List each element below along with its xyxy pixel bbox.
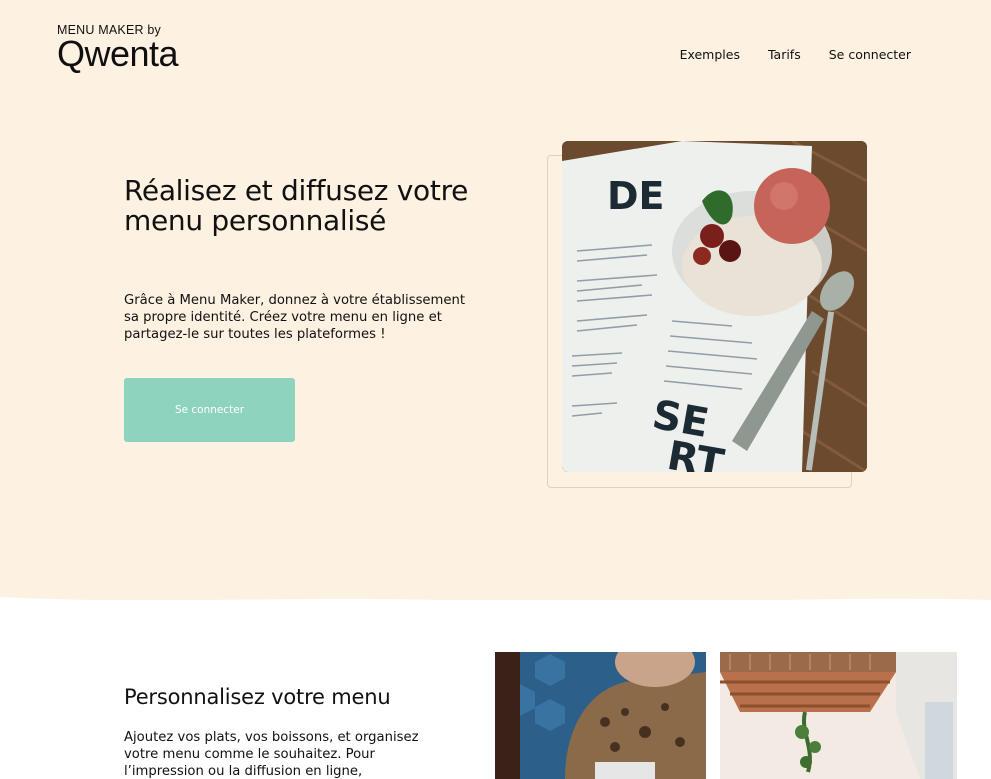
nav-link-se-connecter[interactable]: Se connecter — [829, 47, 911, 62]
hero-login-button[interactable]: Se connecter — [124, 378, 295, 442]
brand-name: Qwenta — [57, 33, 179, 74]
svg-text:DE: DE — [607, 174, 665, 218]
brand-logo[interactable]: MENU MAKER by Qwenta — [57, 22, 179, 74]
section-description: Ajoutez vos plats, vos boissons, et orga… — [124, 730, 419, 779]
hero-description: Grâce à Menu Maker, donnez à votre établ… — [124, 293, 466, 342]
restaurant-interior-photo — [720, 652, 957, 779]
nav-link-tarifs[interactable]: Tarifs — [768, 47, 801, 62]
hero-dessert-menu-image: DE SE RT — [562, 141, 867, 472]
main-nav: Exemples Tarifs Se connecter — [680, 47, 911, 62]
hero-title: Réalisez et diffusez votre menu personna… — [124, 174, 469, 237]
person-photo — [495, 652, 706, 779]
section-divider-wave — [0, 597, 991, 625]
nav-link-exemples[interactable]: Exemples — [680, 47, 740, 62]
section-title: Personnalisez votre menu — [124, 685, 391, 709]
